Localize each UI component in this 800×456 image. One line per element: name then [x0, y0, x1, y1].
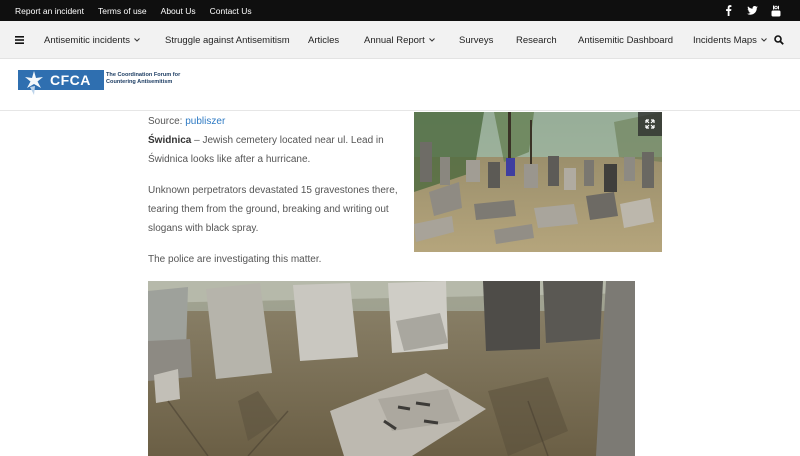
nav-label: Annual Report: [364, 34, 425, 46]
main-nav: Antisemitic incidents Struggle against A…: [0, 21, 800, 59]
gravestones-photo-image: [148, 281, 635, 456]
source-label: Source:: [148, 116, 186, 127]
logo-tagline-line2: Countering Antisemitism: [106, 79, 173, 85]
nav-antisemitic-dashboard[interactable]: Antisemitic Dashboard: [578, 21, 673, 59]
cfca-logo[interactable]: CFCA The Coordination Forum for Counteri…: [18, 70, 208, 96]
article-source: Source: publiszer: [148, 112, 400, 131]
expand-icon[interactable]: [638, 112, 662, 136]
nav-label: Antisemitic incidents: [44, 34, 131, 46]
chevron-down-icon: [428, 38, 435, 42]
nav-incidents-maps[interactable]: Incidents Maps: [693, 21, 767, 59]
logo-badge: CFCA: [18, 70, 104, 95]
logo-name: CFCA: [50, 72, 91, 88]
nav-antisemitic-incidents[interactable]: Antisemitic incidents: [44, 21, 140, 59]
article-paragraph-1: Świdnica – Jewish cemetery located near …: [148, 131, 400, 169]
nav-articles[interactable]: Articles: [308, 21, 339, 59]
contact-us-link[interactable]: Contact Us: [210, 6, 252, 16]
nav-label: Antisemitic Dashboard: [578, 34, 674, 46]
nav-label: Surveys: [459, 34, 494, 46]
nav-label: Incidents Maps: [693, 34, 757, 46]
chevron-down-icon: [761, 38, 767, 42]
top-links: Report an incident Terms of use About Us…: [15, 0, 252, 21]
nav-label: Struggle against Antisemitism: [165, 34, 290, 46]
facebook-icon[interactable]: [722, 5, 734, 17]
terms-of-use-link[interactable]: Terms of use: [98, 6, 147, 16]
nav-label: Research: [516, 34, 557, 46]
cemetery-photo[interactable]: [414, 112, 662, 252]
article-paragraph-3: The police are investigating this matter…: [148, 254, 322, 265]
gravestones-photo[interactable]: [148, 281, 635, 456]
search-icon[interactable]: [774, 21, 784, 59]
social-links: [722, 0, 782, 21]
about-us-link[interactable]: About Us: [161, 6, 196, 16]
place-name: Świdnica: [148, 135, 192, 146]
article-paragraph-2: Unknown perpetrators devastated 15 grave…: [148, 185, 398, 234]
nav-label: Articles: [308, 34, 340, 46]
logo-tagline-line1: The Coordination Forum for: [106, 72, 181, 78]
nav-surveys[interactable]: Surveys: [459, 21, 493, 59]
chevron-down-icon: [134, 38, 140, 42]
report-incident-link[interactable]: Report an incident: [15, 6, 84, 16]
top-bar: Report an incident Terms of use About Us…: [0, 0, 800, 21]
logo-tagline: The Coordination Forum for Countering An…: [106, 72, 216, 86]
source-link[interactable]: publiszer: [185, 116, 225, 127]
youtube-icon[interactable]: [770, 5, 782, 17]
cemetery-photo-image: [414, 112, 662, 252]
menu-icon[interactable]: [15, 21, 24, 59]
nav-annual-report[interactable]: Annual Report: [364, 21, 435, 59]
dove-star-icon: [25, 71, 43, 95]
nav-struggle-against-antisemitism[interactable]: Struggle against Antisemitism: [165, 21, 290, 59]
twitter-icon[interactable]: [746, 5, 758, 17]
nav-research[interactable]: Research: [516, 21, 557, 59]
